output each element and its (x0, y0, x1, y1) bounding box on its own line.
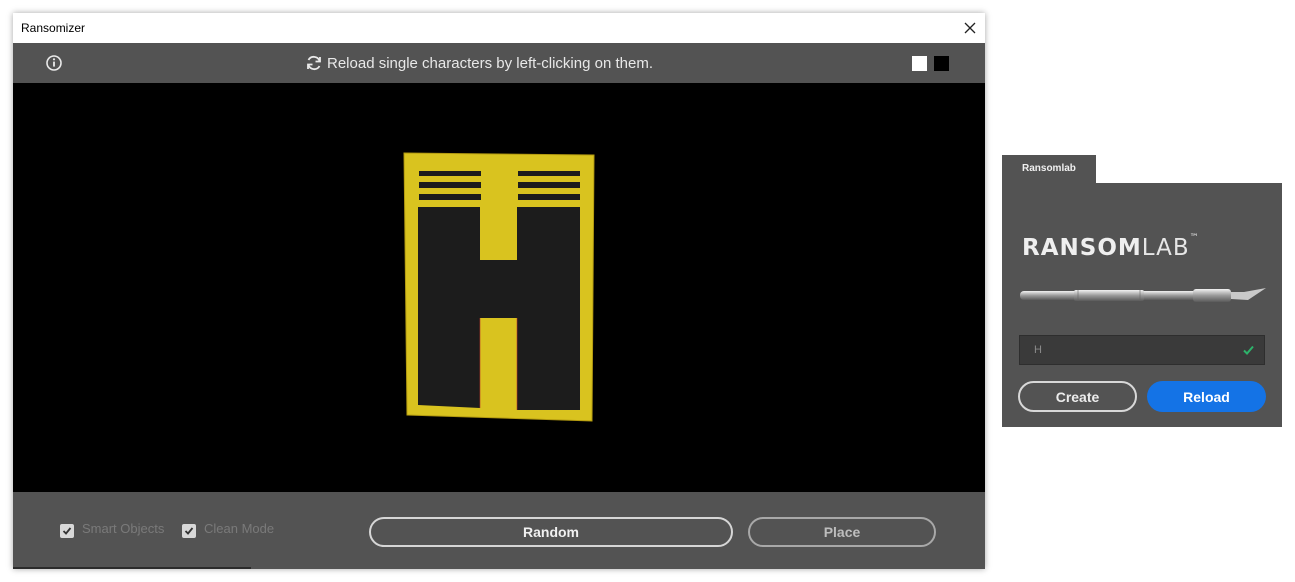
smart-objects-label: Smart Objects (82, 520, 165, 536)
create-button[interactable]: Create (1018, 381, 1137, 412)
logo-bold: RANSOM (1022, 235, 1142, 261)
ransomlab-panel: RANSOMLAB™ Create Reload (1002, 183, 1282, 427)
reload-icon (307, 55, 321, 71)
window-title: Ransomizer (21, 21, 86, 35)
close-icon (964, 22, 976, 34)
hint-text: Reload single characters by left-clickin… (327, 54, 653, 72)
smart-objects-checkbox[interactable]: Smart Objects (60, 518, 164, 538)
divider (13, 567, 251, 569)
place-button[interactable]: Place (748, 517, 936, 547)
title-bar: Ransomizer (13, 13, 985, 43)
trademark: ™ (1189, 233, 1200, 243)
reload-hint: Reload single characters by left-clickin… (305, 53, 653, 73)
tab-label: Ransomlab (1022, 163, 1076, 174)
bottom-bar: Smart Objects Clean Mode Random Place (13, 492, 985, 569)
checkbox-box[interactable] (182, 524, 196, 538)
toolbar: Reload single characters by left-clickin… (13, 43, 985, 83)
clean-mode-label: Clean Mode (204, 520, 275, 536)
reload-button[interactable]: Reload (1147, 381, 1266, 412)
letter-h-cutout[interactable] (401, 151, 611, 423)
checkmark-icon (62, 527, 72, 535)
white-background-swatch[interactable] (912, 56, 927, 71)
valid-check-icon (1243, 345, 1254, 355)
black-background-swatch[interactable] (934, 56, 949, 71)
logo-light: LAB (1141, 235, 1190, 261)
checkmark-icon (184, 527, 194, 535)
close-button[interactable] (955, 13, 985, 43)
tab-ransomlab[interactable]: Ransomlab (1002, 155, 1096, 183)
ransomizer-window: Ransomizer Reload single characters by l… (13, 13, 985, 569)
preview-canvas (13, 83, 985, 492)
clean-mode-checkbox[interactable]: Clean Mode (182, 518, 274, 538)
ransomlab-logo: RANSOMLAB™ (1022, 233, 1200, 261)
craft-knife-icon (1020, 288, 1266, 302)
checkbox-box[interactable] (60, 524, 74, 538)
character-input[interactable] (1020, 336, 1230, 364)
random-button[interactable]: Random (369, 517, 733, 547)
info-icon[interactable] (45, 54, 63, 72)
character-input-field[interactable] (1019, 335, 1265, 365)
